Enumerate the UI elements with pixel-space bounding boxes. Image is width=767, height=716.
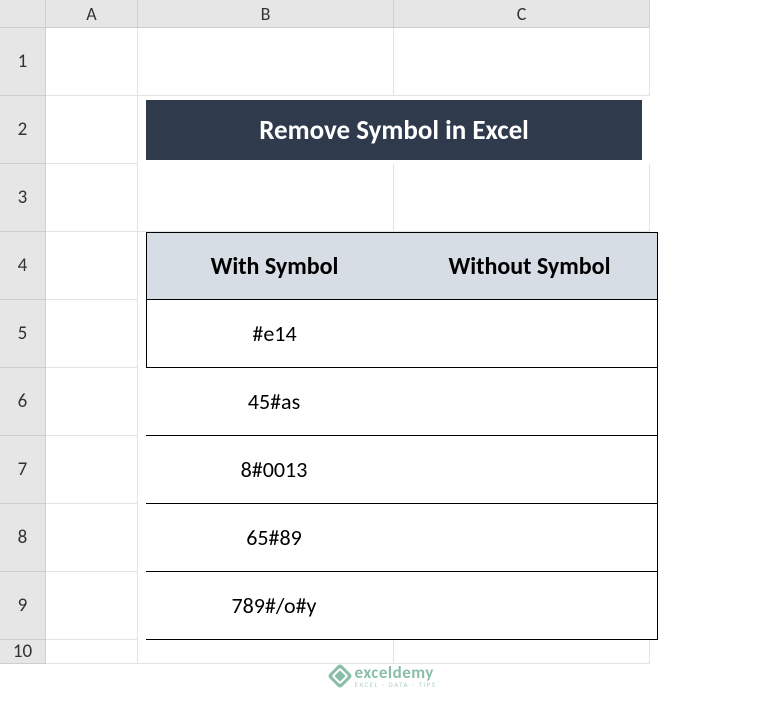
- data-table: With Symbol Without Symbol #e14 45#as 8#…: [146, 232, 642, 640]
- watermark-main: exceldemy: [355, 664, 437, 681]
- watermark-text: exceldemy EXCEL · DATA · TIPS: [355, 664, 437, 688]
- cell-A6[interactable]: [46, 368, 138, 436]
- spreadsheet-grid: A B C 1 2 Remove Symbol in Excel 3 4 Wit…: [0, 0, 767, 664]
- table-cell[interactable]: [402, 436, 658, 504]
- cell-B10[interactable]: [138, 640, 394, 664]
- table-cell[interactable]: [402, 572, 658, 640]
- cell-A7[interactable]: [46, 436, 138, 504]
- row-header-5[interactable]: 5: [0, 300, 46, 368]
- title-text: Remove Symbol in Excel: [146, 100, 642, 160]
- row-header-9[interactable]: 9: [0, 572, 46, 640]
- table-cell[interactable]: #e14: [146, 300, 402, 368]
- table-cell[interactable]: [402, 300, 658, 368]
- cell-A4[interactable]: [46, 232, 138, 300]
- cell-C1[interactable]: [394, 28, 650, 96]
- select-all-corner[interactable]: [0, 0, 46, 28]
- cell-A3[interactable]: [46, 164, 138, 232]
- cell-A9[interactable]: [46, 572, 138, 640]
- cell-A10[interactable]: [46, 640, 138, 664]
- cell-A1[interactable]: [46, 28, 138, 96]
- cell-B1[interactable]: [138, 28, 394, 96]
- cell-C3[interactable]: [394, 164, 650, 232]
- watermark-logo-icon: [327, 663, 352, 688]
- row-header-6[interactable]: 6: [0, 368, 46, 436]
- cell-C10[interactable]: [394, 640, 650, 664]
- table-cell[interactable]: 8#0013: [146, 436, 402, 504]
- row-header-8[interactable]: 8: [0, 504, 46, 572]
- col-header-A[interactable]: A: [46, 0, 138, 28]
- row-header-4[interactable]: 4: [0, 232, 46, 300]
- table-cell[interactable]: 789#/o#y: [146, 572, 402, 640]
- cell-B3[interactable]: [138, 164, 394, 232]
- cell-A8[interactable]: [46, 504, 138, 572]
- col-header-B[interactable]: B: [138, 0, 394, 28]
- table-header-with[interactable]: With Symbol: [146, 232, 402, 300]
- title-banner[interactable]: Remove Symbol in Excel: [146, 100, 642, 160]
- watermark: exceldemy EXCEL · DATA · TIPS: [331, 664, 437, 688]
- table-cell[interactable]: [402, 504, 658, 572]
- table-cell[interactable]: [402, 368, 658, 436]
- table-header-without[interactable]: Without Symbol: [402, 232, 658, 300]
- table-cell[interactable]: 45#as: [146, 368, 402, 436]
- row-header-7[interactable]: 7: [0, 436, 46, 504]
- row-header-1[interactable]: 1: [0, 28, 46, 96]
- cell-A2[interactable]: [46, 96, 138, 164]
- table-cell[interactable]: 65#89: [146, 504, 402, 572]
- row-header-10[interactable]: 10: [0, 640, 46, 664]
- row-header-2[interactable]: 2: [0, 96, 46, 164]
- row-header-3[interactable]: 3: [0, 164, 46, 232]
- col-header-C[interactable]: C: [394, 0, 650, 28]
- cell-A5[interactable]: [46, 300, 138, 368]
- watermark-sub: EXCEL · DATA · TIPS: [355, 681, 437, 688]
